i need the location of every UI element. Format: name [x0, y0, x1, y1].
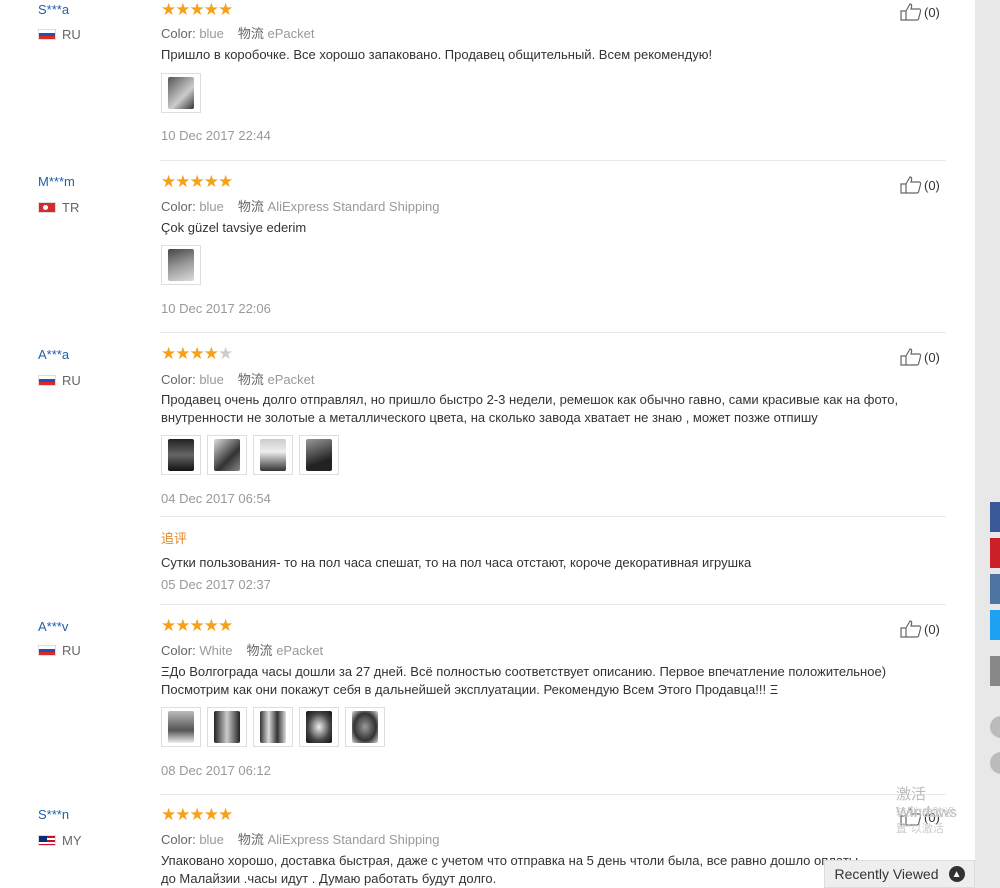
flag-ru-icon — [38, 645, 56, 656]
country-code: MY — [62, 833, 82, 848]
helpful-button[interactable]: (0) — [900, 176, 940, 194]
helpful-count: (0) — [924, 621, 940, 637]
helpful-button[interactable]: (0) — [900, 3, 940, 21]
review-photos — [161, 435, 339, 475]
review-photos — [161, 73, 201, 113]
review-meta: Color: blue 物流 ePacket — [161, 372, 315, 387]
reviewer-name[interactable]: A***a — [38, 347, 69, 362]
star-rating: ★★★★★ — [161, 0, 233, 19]
thumbs-up-icon — [900, 3, 922, 21]
review-photo-thumbnail[interactable] — [161, 435, 201, 475]
reviewer-country: RU — [38, 643, 81, 658]
followup-date: 05 Dec 2017 02:37 — [161, 577, 271, 592]
star-rating: ★★★★★ — [161, 616, 233, 635]
flag-tr-icon — [38, 202, 56, 213]
review-item: S***a RU ★★★★★ Color: blue 物流 ePacket При… — [0, 0, 946, 161]
review-date: 08 Dec 2017 06:12 — [161, 763, 271, 778]
review-meta: Color: blue 物流 AliExpress Standard Shippi… — [161, 199, 440, 214]
helpful-count: (0) — [924, 349, 940, 365]
facebook-share-icon[interactable] — [990, 502, 1000, 532]
review-photo-thumbnail[interactable] — [253, 707, 293, 747]
followup-label: 追评 — [161, 531, 188, 546]
twitter-share-icon[interactable] — [990, 610, 1000, 640]
windows-activation-hint: 转到"电脑设置"以激活 — [896, 807, 955, 835]
review-photos — [161, 245, 201, 285]
review-photo-thumbnail[interactable] — [161, 73, 201, 113]
review-item: S***n MY ★★★★★ Color: blue 物流 AliExpress … — [0, 795, 946, 888]
review-photo-thumbnail[interactable] — [207, 435, 247, 475]
review-meta: Color: White 物流 ePacket — [161, 643, 324, 658]
recently-viewed-bar[interactable]: Recently Viewed ▲ — [824, 860, 975, 888]
recently-viewed-label: Recently Viewed — [834, 866, 939, 882]
review-item: A***v RU ★★★★★ Color: White 物流 ePacket ΞД… — [0, 605, 946, 795]
reviewer-country: RU — [38, 373, 81, 388]
followup-divider — [160, 516, 946, 517]
review-photos — [161, 707, 385, 747]
review-photo-thumbnail[interactable] — [161, 245, 201, 285]
pinterest-share-icon[interactable] — [990, 538, 1000, 568]
thumbs-up-icon — [900, 620, 922, 638]
review-photo-thumbnail[interactable] — [161, 707, 201, 747]
thumbs-up-icon — [900, 348, 922, 366]
review-item: A***a RU ★★★★★ Color: blue 物流 ePacket Про… — [0, 333, 946, 605]
reviewer-country: TR — [38, 200, 79, 215]
review-photo-thumbnail[interactable] — [299, 435, 339, 475]
star-rating: ★★★★★ — [161, 805, 233, 824]
review-date: 10 Dec 2017 22:06 — [161, 301, 271, 316]
thumbs-up-icon — [900, 176, 922, 194]
star-rating: ★★★★★ — [161, 344, 233, 363]
reviewer-name[interactable]: S***n — [38, 807, 69, 822]
review-photo-thumbnail[interactable] — [207, 707, 247, 747]
helpful-button[interactable]: (0) — [900, 620, 940, 638]
reviewer-name[interactable]: A***v — [38, 619, 68, 634]
reviews-panel: S***a RU ★★★★★ Color: blue 物流 ePacket При… — [0, 0, 975, 888]
country-code: RU — [62, 373, 81, 388]
review-text: Упаковано хорошо, доставка быстрая, даже… — [161, 853, 859, 886]
helpful-count: (0) — [924, 177, 940, 193]
reviewer-country: MY — [38, 833, 82, 848]
flag-ru-icon — [38, 375, 56, 386]
review-date: 04 Dec 2017 06:54 — [161, 491, 271, 506]
country-code: TR — [62, 200, 80, 215]
flag-my-icon — [38, 835, 56, 846]
helpful-button[interactable]: (0) — [900, 348, 940, 366]
followup-text: Сутки пользования- то на пол часа спешат… — [161, 555, 752, 570]
review-text: ΞДо Волгограда часы дошли за 27 дней. Вс… — [161, 664, 887, 697]
helpful-count: (0) — [924, 4, 940, 20]
review-text: Çok güzel tavsiye ederim — [161, 220, 307, 235]
reviewer-country: RU — [38, 27, 81, 42]
country-code: RU — [62, 27, 81, 42]
review-meta: Color: blue 物流 ePacket — [161, 26, 315, 41]
review-photo-thumbnail[interactable] — [345, 707, 385, 747]
chevron-up-icon: ▲ — [948, 866, 965, 882]
review-text: Продавец очень долго отправлял, но пришл… — [161, 392, 899, 425]
reviewer-name[interactable]: S***a — [38, 2, 69, 17]
review-meta: Color: blue 物流 AliExpress Standard Shippi… — [161, 832, 440, 847]
review-item: M***m TR ★★★★★ Color: blue 物流 AliExpress … — [0, 161, 946, 333]
review-date: 10 Dec 2017 22:44 — [161, 128, 271, 143]
flag-ru-icon — [38, 29, 56, 40]
star-rating: ★★★★★ — [161, 172, 233, 191]
vk-share-icon[interactable] — [990, 574, 1000, 604]
more-share-icon[interactable] — [990, 656, 1000, 686]
reviewer-name[interactable]: M***m — [38, 174, 75, 189]
review-photo-thumbnail[interactable] — [299, 707, 339, 747]
review-photo-thumbnail[interactable] — [253, 435, 293, 475]
review-text: Пришло в коробочке. Все хорошо запакован… — [161, 47, 713, 62]
country-code: RU — [62, 643, 81, 658]
